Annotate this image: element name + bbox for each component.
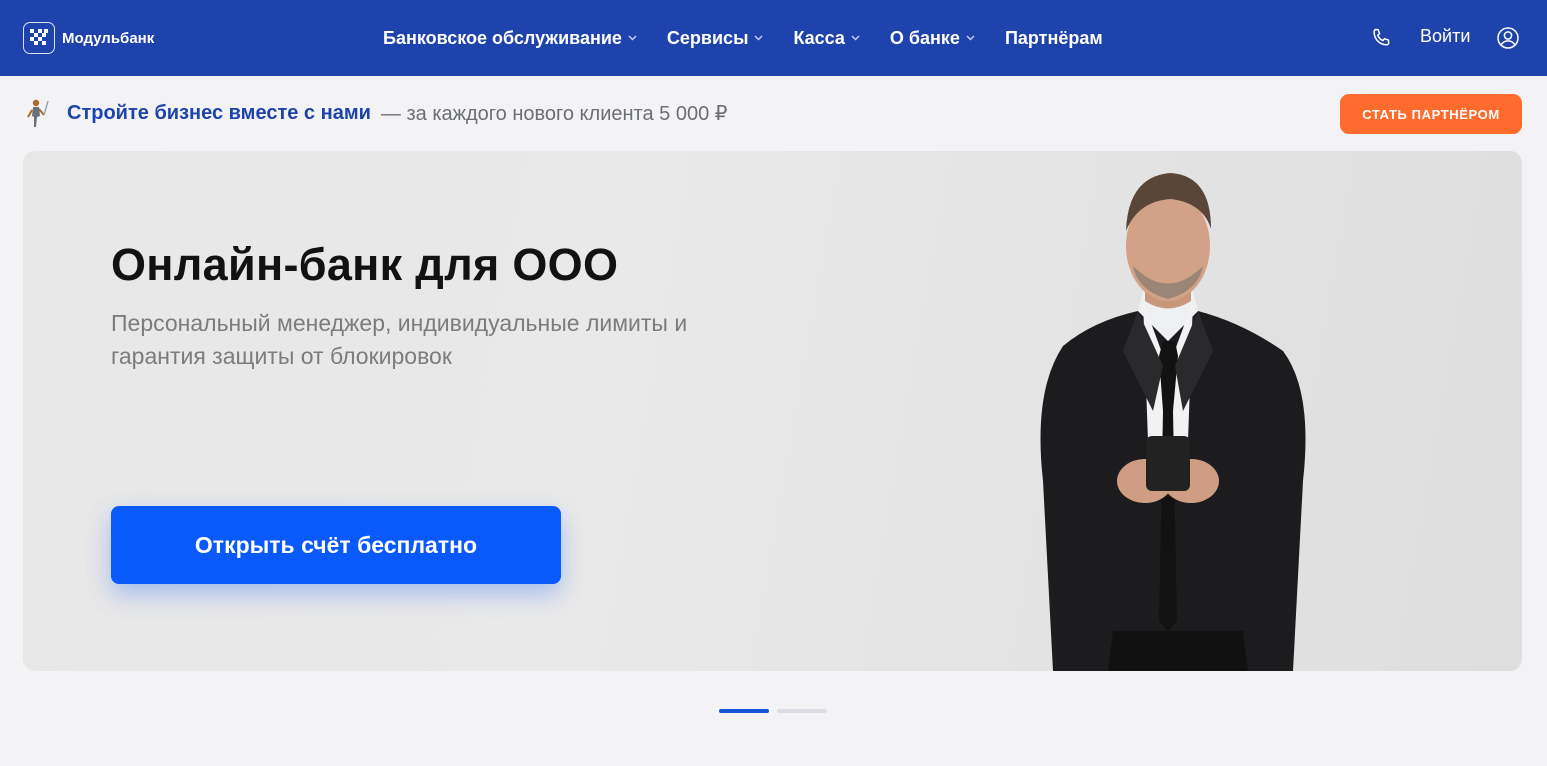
nav-item-label: Партнёрам xyxy=(1004,27,1103,48)
nav-item-kassa[interactable]: Касса xyxy=(793,27,860,49)
site-header: Модульбанк Банковское обслуживание Серви… xyxy=(0,0,1547,76)
login-link[interactable]: Войти xyxy=(1420,26,1470,47)
user-icon[interactable] xyxy=(1496,26,1520,50)
golfer-icon xyxy=(27,99,49,127)
logo-icon xyxy=(23,22,55,54)
slider-pagination xyxy=(719,709,835,713)
nav-item-label: Касса xyxy=(793,27,845,48)
logo-text: Модульбанк xyxy=(62,29,155,47)
slider-dot-1[interactable] xyxy=(719,709,769,713)
chevron-down-icon xyxy=(851,35,860,41)
chevron-down-icon xyxy=(754,35,763,41)
hero-banner: Онлайн-банк для ООО Персональный менедже… xyxy=(23,151,1522,671)
nav-item-services[interactable]: Сервисы xyxy=(667,28,764,49)
logo[interactable]: Модульбанк xyxy=(23,22,154,54)
promo-banner: Стройте бизнес вместе с нами — за каждог… xyxy=(23,96,728,130)
nav-item-label: Банковское обслуживание xyxy=(383,27,622,48)
hero-title: Онлайн-банк для ООО xyxy=(111,239,619,290)
phone-icon[interactable] xyxy=(1369,26,1393,50)
slider-dot-2[interactable] xyxy=(777,709,827,713)
chevron-down-icon xyxy=(966,35,975,41)
nav-item-about[interactable]: О банке xyxy=(890,28,975,49)
nav-item-partners[interactable]: Партнёрам xyxy=(1005,28,1103,49)
become-partner-button[interactable]: СТАТЬ ПАРТНЁРОМ xyxy=(1340,94,1522,134)
open-account-button[interactable]: Открыть счёт бесплатно xyxy=(111,506,561,584)
nav-item-label: О банке xyxy=(889,27,960,48)
hero-subtitle: Персональный менеджер, индивидуальные ли… xyxy=(111,310,688,369)
promo-headline: Стройте бизнес вместе с нами xyxy=(67,101,371,124)
nav-item-label: Сервисы xyxy=(666,27,749,48)
nav-item-banking[interactable]: Банковское обслуживание xyxy=(383,28,637,49)
main-nav: Банковское обслуживание Сервисы Касса О … xyxy=(383,0,1103,76)
promo-description: — за каждого нового клиента 5 000 ₽ xyxy=(380,102,728,125)
chevron-down-icon xyxy=(628,35,637,41)
businessman-image xyxy=(1040,173,1306,671)
